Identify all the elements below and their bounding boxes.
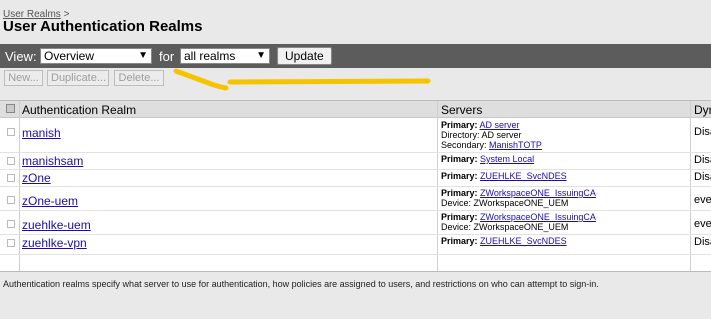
server-entry: Device: ZWorkspaceONE_UEM [441, 198, 596, 208]
view-select[interactable]: Overview ▼ [40, 48, 152, 64]
duplicate-button[interactable]: Duplicate... [47, 70, 109, 86]
delete-button[interactable]: Delete... [114, 70, 164, 86]
server-role-label: Secondary: [441, 140, 487, 150]
row-checkbox[interactable] [7, 196, 15, 204]
servers-cell: Primary: ZUEHLKE_SvcNDES [441, 236, 567, 246]
table-row: zOne Primary: ZUEHLKE_SvcNDES Disa [0, 169, 711, 187]
column-header-dyn[interactable]: Dyr [694, 103, 711, 117]
realms-table: Authentication Realm Servers Dyr manish P… [0, 100, 711, 272]
server-name: ZWorkspaceONE_UEM [473, 222, 569, 232]
server-link[interactable]: System Local [480, 154, 534, 164]
server-role-label: Primary: [441, 154, 478, 164]
server-role-label: Primary: [441, 171, 478, 181]
server-name: AD server [481, 130, 522, 140]
dynamic-policy-value: eve [694, 194, 711, 206]
column-header-realm[interactable]: Authentication Realm [22, 103, 136, 117]
server-link[interactable]: ZWorkspaceONE_IssuingCA [480, 212, 596, 222]
row-checkbox[interactable] [7, 157, 15, 165]
server-role-label: Device: [441, 222, 472, 232]
realm-filter-select[interactable]: all realms ▼ [180, 48, 270, 64]
row-checkbox[interactable] [7, 128, 15, 136]
server-name: ZWorkspaceONE_UEM [473, 198, 569, 208]
server-entry: Secondary: ManishTOTP [441, 140, 542, 150]
row-checkbox[interactable] [7, 174, 15, 182]
row-checkbox[interactable] [7, 220, 15, 228]
server-entry: Primary: System Local [441, 154, 534, 164]
new-button[interactable]: New... [4, 70, 43, 86]
column-header-servers[interactable]: Servers [441, 103, 482, 117]
server-entry: Primary: ZUEHLKE_SvcNDES [441, 236, 567, 246]
table-header: Authentication Realm Servers Dyr [0, 101, 711, 118]
server-entry: Directory: AD server [441, 130, 542, 140]
servers-cell: Primary: ZUEHLKE_SvcNDES [441, 171, 567, 181]
table-row: zuehlke-uem Primary: ZWorkspaceONE_Issuin… [0, 210, 711, 235]
server-link[interactable]: AD server [480, 120, 520, 130]
view-label: View: [5, 49, 37, 64]
servers-cell: Primary: ZWorkspaceONE_IssuingCA Device: … [441, 212, 596, 232]
table-row: manish Primary: AD server Directory: AD se… [0, 118, 711, 153]
page-title: User Authentication Realms [3, 18, 203, 35]
realm-link[interactable]: zOne-uem [22, 194, 78, 208]
server-link[interactable]: ManishTOTP [489, 140, 542, 150]
select-all-checkbox[interactable] [6, 104, 15, 113]
server-role-label: Primary: [441, 212, 478, 222]
server-entry: Primary: ZWorkspaceONE_IssuingCA [441, 212, 596, 222]
server-role-label: Primary: [441, 236, 478, 246]
realm-link[interactable]: zOne [22, 171, 51, 185]
table-row: zuehlke-vpn Primary: ZUEHLKE_SvcNDES Disa [0, 234, 711, 255]
realm-link[interactable]: manishsam [22, 154, 83, 168]
server-link[interactable]: ZUEHLKE_SvcNDES [480, 236, 567, 246]
annotation-arrow [173, 68, 431, 91]
view-select-value: Overview [44, 49, 95, 63]
server-role-label: Primary: [441, 188, 478, 198]
server-role-label: Primary: [441, 120, 478, 130]
table-row: manishsam Primary: System Local Disa [0, 152, 711, 170]
server-entry: Primary: AD server [441, 120, 542, 130]
servers-cell: Primary: AD server Directory: AD server Se… [441, 120, 542, 150]
table-row: zOne-uem Primary: ZWorkspaceONE_IssuingCA… [0, 186, 711, 211]
server-role-label: Device: [441, 198, 472, 208]
server-entry: Primary: ZWorkspaceONE_IssuingCA [441, 188, 596, 198]
server-link[interactable]: ZUEHLKE_SvcNDES [480, 171, 567, 181]
server-entry: Device: ZWorkspaceONE_UEM [441, 222, 596, 232]
servers-cell: Primary: ZWorkspaceONE_IssuingCA Device: … [441, 188, 596, 208]
dynamic-policy-value: Disa [694, 171, 711, 183]
chevron-down-icon: ▼ [138, 50, 148, 61]
dynamic-policy-value: Disa [694, 154, 711, 166]
realm-link[interactable]: manish [22, 126, 61, 140]
row-checkbox[interactable] [7, 239, 15, 247]
realm-filter-value: all realms [184, 49, 236, 63]
servers-cell: Primary: System Local [441, 154, 534, 164]
page-description: Authentication realms specify what serve… [3, 279, 599, 289]
realm-link[interactable]: zuehlke-uem [22, 218, 91, 232]
dynamic-policy-value: Disa [694, 126, 711, 138]
dynamic-policy-value: Disa [694, 236, 711, 248]
realm-link[interactable]: zuehlke-vpn [22, 236, 87, 250]
server-role-label: Directory: [441, 130, 480, 140]
server-link[interactable]: ZWorkspaceONE_IssuingCA [480, 188, 596, 198]
chevron-down-icon: ▼ [256, 50, 266, 61]
for-label: for [159, 49, 175, 64]
dynamic-policy-value: eve [694, 218, 711, 230]
server-entry: Primary: ZUEHLKE_SvcNDES [441, 171, 567, 181]
